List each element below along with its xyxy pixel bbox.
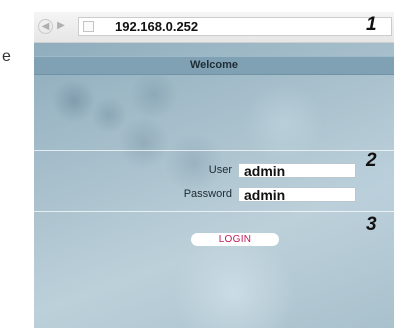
callout-marker-2: 2 xyxy=(366,150,377,171)
divider-bottom xyxy=(34,211,394,212)
user-label: User xyxy=(208,164,232,176)
screenshot-frame: ◀ ▶ 192.168.0.252 Welcome User admin Pas… xyxy=(34,12,394,328)
login-page: Welcome User admin Password admin LOGIN xyxy=(34,43,394,328)
browser-toolbar: ◀ ▶ 192.168.0.252 xyxy=(34,12,394,43)
address-url: 192.168.0.252 xyxy=(115,19,199,34)
password-input[interactable]: admin xyxy=(238,187,356,202)
page-icon xyxy=(83,21,94,32)
forward-arrow-icon[interactable]: ▶ xyxy=(54,19,68,33)
password-label: Password xyxy=(183,188,232,200)
side-text-fragment: e xyxy=(2,48,11,65)
callout-marker-3: 3 xyxy=(366,214,377,235)
username-input[interactable]: admin xyxy=(238,163,356,178)
callout-marker-1: 1 xyxy=(366,14,377,35)
welcome-title: Welcome xyxy=(34,56,394,75)
login-button[interactable]: LOGIN xyxy=(191,233,279,246)
address-bar[interactable]: 192.168.0.252 xyxy=(78,17,392,36)
divider-top xyxy=(34,150,394,151)
back-arrow-icon[interactable]: ◀ xyxy=(38,19,53,34)
